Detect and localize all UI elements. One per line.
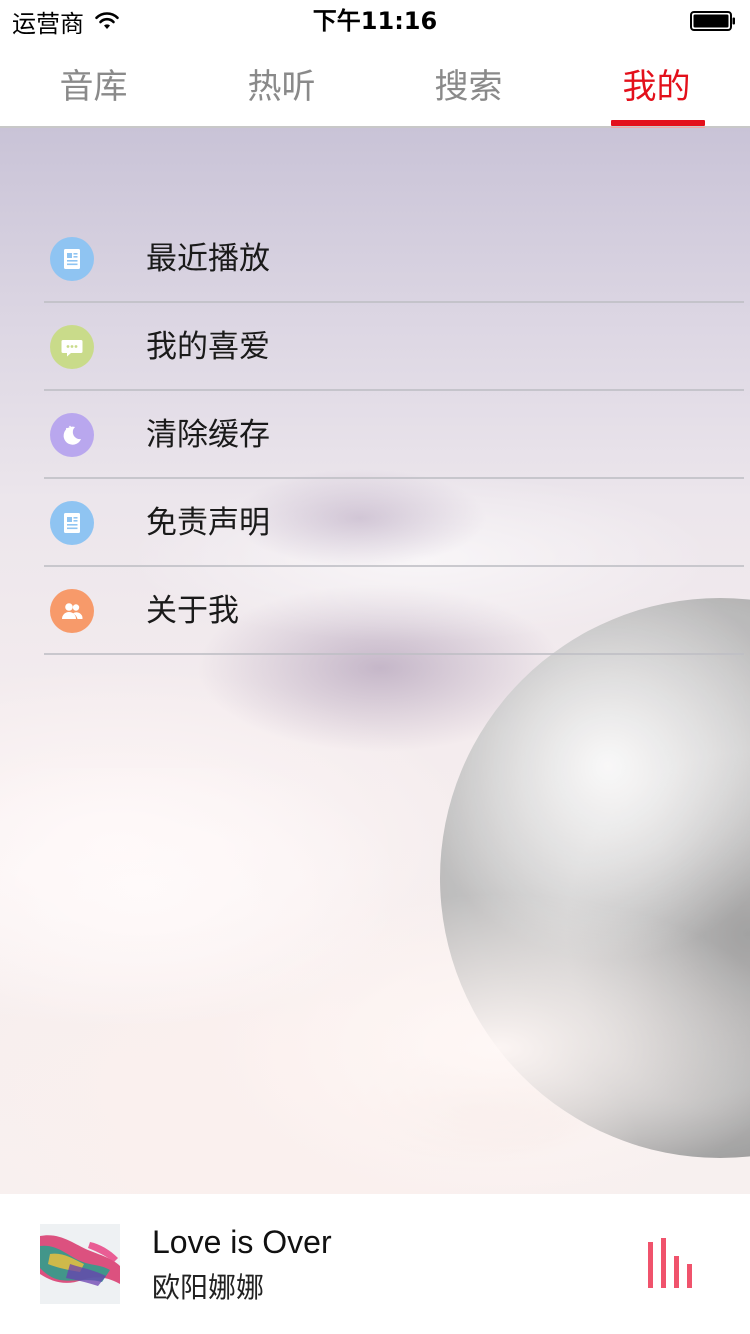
now-playing-bar[interactable]: Love is Over 欧阳娜娜 [0,1194,750,1334]
menu-item-clear-cache[interactable]: 清除缓存 [0,391,750,479]
track-artist: 欧阳娜娜 [152,1271,265,1304]
menu-item-label: 清除缓存 [146,417,270,453]
moon-icon [50,413,94,457]
track-title: Love is Over [152,1224,332,1260]
equalizer-icon[interactable] [644,1238,696,1290]
settings-menu: 最近播放 我的喜爱 清除缓存 免责声明 关于我 [0,215,750,655]
menu-item-label: 关于我 [146,593,239,629]
tab-mine[interactable]: 我的 [563,40,750,126]
menu-item-about-me[interactable]: 关于我 [0,567,750,655]
menu-item-label: 免责声明 [146,505,270,541]
menu-item-recent-plays[interactable]: 最近播放 [0,215,750,303]
menu-item-label: 我的喜爱 [146,329,270,365]
menu-item-favorites[interactable]: 我的喜爱 [0,303,750,391]
tab-search[interactable]: 搜索 [375,40,562,126]
document-icon [50,237,94,281]
tab-hot-listen[interactable]: 热听 [188,40,375,126]
menu-item-disclaimer[interactable]: 免责声明 [0,479,750,567]
divider [44,653,744,655]
cloud-decoration [0,768,750,1194]
users-icon [50,589,94,633]
album-art[interactable] [40,1224,120,1304]
tab-active-indicator [611,120,705,129]
battery-icon [690,11,735,31]
status-time: 下午11:16 [312,7,438,35]
chat-bubble-icon [50,325,94,369]
menu-item-label: 最近播放 [146,241,270,277]
status-bar: 运营商 下午11:16 [0,0,750,40]
tab-music-library[interactable]: 音库 [0,40,187,126]
document-icon [50,501,94,545]
tab-bar: 音库 热听 搜索 我的 [0,40,750,129]
